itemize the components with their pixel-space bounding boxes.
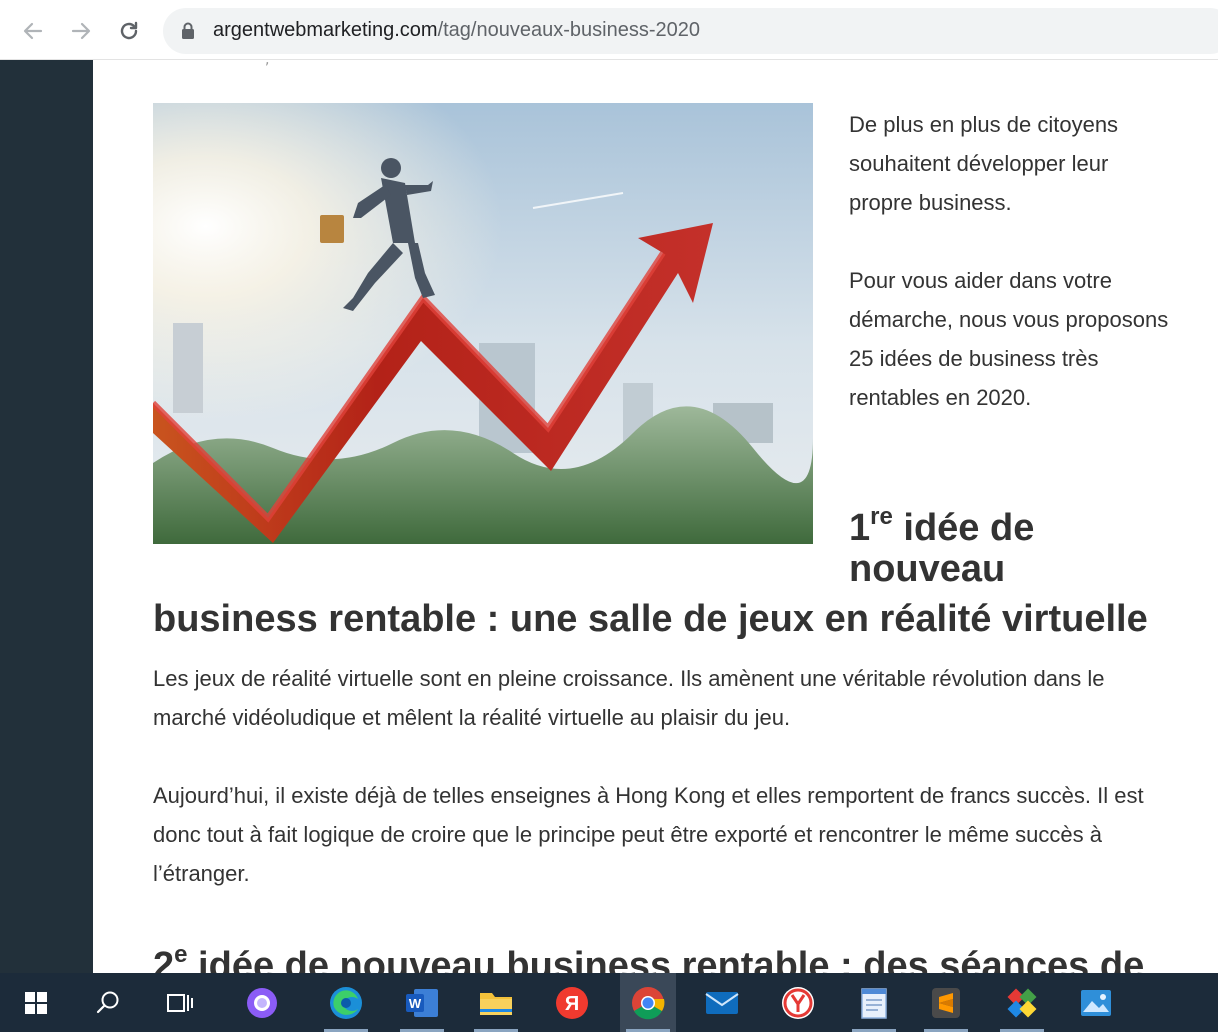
- browser-toolbar: argentwebmarketing.com/tag/nouveaux-busi…: [0, 0, 1218, 60]
- lock-icon: [182, 22, 194, 39]
- paint-tool-icon: [1007, 988, 1037, 1017]
- word-button[interactable]: W: [394, 973, 450, 1032]
- start-button[interactable]: [8, 973, 64, 1032]
- windows-start-icon: [25, 991, 47, 1014]
- edge-button[interactable]: [318, 973, 374, 1032]
- article-hero-image: [153, 103, 813, 544]
- article-content: , De plus en plus de citoyens souhaitent…: [93, 60, 1218, 973]
- edge-browser-icon: [330, 986, 362, 1019]
- mail-icon: [705, 991, 739, 1014]
- heading-number: 1: [849, 507, 871, 549]
- windows-taskbar: W Я: [0, 973, 1218, 1032]
- photos-icon: [1081, 989, 1111, 1016]
- sublime-text-icon: [932, 987, 960, 1018]
- url-text: argentwebmarketing.com/tag/nouveaux-busi…: [213, 19, 700, 42]
- body-paragraph: Aujourd’hui, il existe déjà de telles en…: [153, 783, 1144, 886]
- back-button[interactable]: [16, 14, 50, 48]
- intro-paragraph: Pour vous aider dans votre démarche, nou…: [849, 268, 1169, 410]
- body-paragraph: Les jeux de réalité virtuelle sont en pl…: [153, 666, 1105, 730]
- yandex-icon: Я: [556, 986, 588, 1019]
- url-path: /tag/nouveaux-business-2020: [437, 19, 700, 41]
- heading-superscript: re: [870, 503, 893, 530]
- arrow-left-icon: [23, 22, 43, 40]
- file-explorer-button[interactable]: [468, 973, 524, 1032]
- heading-idea-1-line2: nouveau: [849, 548, 1006, 590]
- forward-button[interactable]: [64, 14, 98, 48]
- heading-number: 2: [153, 945, 175, 973]
- url-domain: argentwebmarketing.com: [213, 19, 438, 41]
- yandex-button[interactable]: Я: [544, 973, 600, 1032]
- heading-idea-2: 2e idée de nouveau business rentable : d…: [153, 930, 1144, 973]
- yandex-browser-icon: [782, 986, 814, 1019]
- yandex-browser-button[interactable]: [770, 973, 826, 1032]
- photos-button[interactable]: [1068, 973, 1124, 1032]
- alice-assistant-icon: [247, 987, 277, 1018]
- address-bar[interactable]: argentwebmarketing.com/tag/nouveaux-busi…: [163, 8, 1218, 54]
- heading-text: idée de nouveau business rentable : des …: [187, 945, 1145, 973]
- intro-paragraph: De plus en plus de citoyens souhaitent d…: [849, 112, 1119, 215]
- cut-off-text: ,: [265, 60, 270, 68]
- reload-button[interactable]: [112, 14, 146, 48]
- sublime-text-button[interactable]: [918, 973, 974, 1032]
- file-explorer-icon: [480, 992, 512, 1015]
- intro-text: De plus en plus de citoyens souhaitent d…: [849, 105, 1169, 456]
- heading-text: idée de: [892, 507, 1035, 549]
- notepad-icon: [861, 987, 887, 1019]
- search-button[interactable]: [80, 973, 136, 1032]
- mail-button[interactable]: [694, 973, 750, 1032]
- word-icon: W: [406, 988, 438, 1017]
- search-icon: [96, 991, 119, 1013]
- alice-assistant-button[interactable]: [234, 973, 290, 1032]
- reload-icon: [120, 21, 138, 40]
- chrome-button[interactable]: [620, 973, 676, 1032]
- paint-tool-button[interactable]: [994, 973, 1050, 1032]
- task-view-button[interactable]: [152, 973, 208, 1032]
- left-sidebar: [0, 60, 93, 973]
- svg-text:Я: Я: [565, 993, 579, 1015]
- notepad-button[interactable]: [846, 973, 902, 1032]
- arrow-right-icon: [71, 22, 91, 40]
- chrome-icon: [632, 986, 665, 1019]
- task-view-icon: [167, 993, 193, 1012]
- svg-text:W: W: [409, 996, 422, 1011]
- heading-idea-1-line3: business rentable : une salle de jeux en…: [153, 598, 1148, 640]
- heading-superscript: e: [174, 941, 188, 968]
